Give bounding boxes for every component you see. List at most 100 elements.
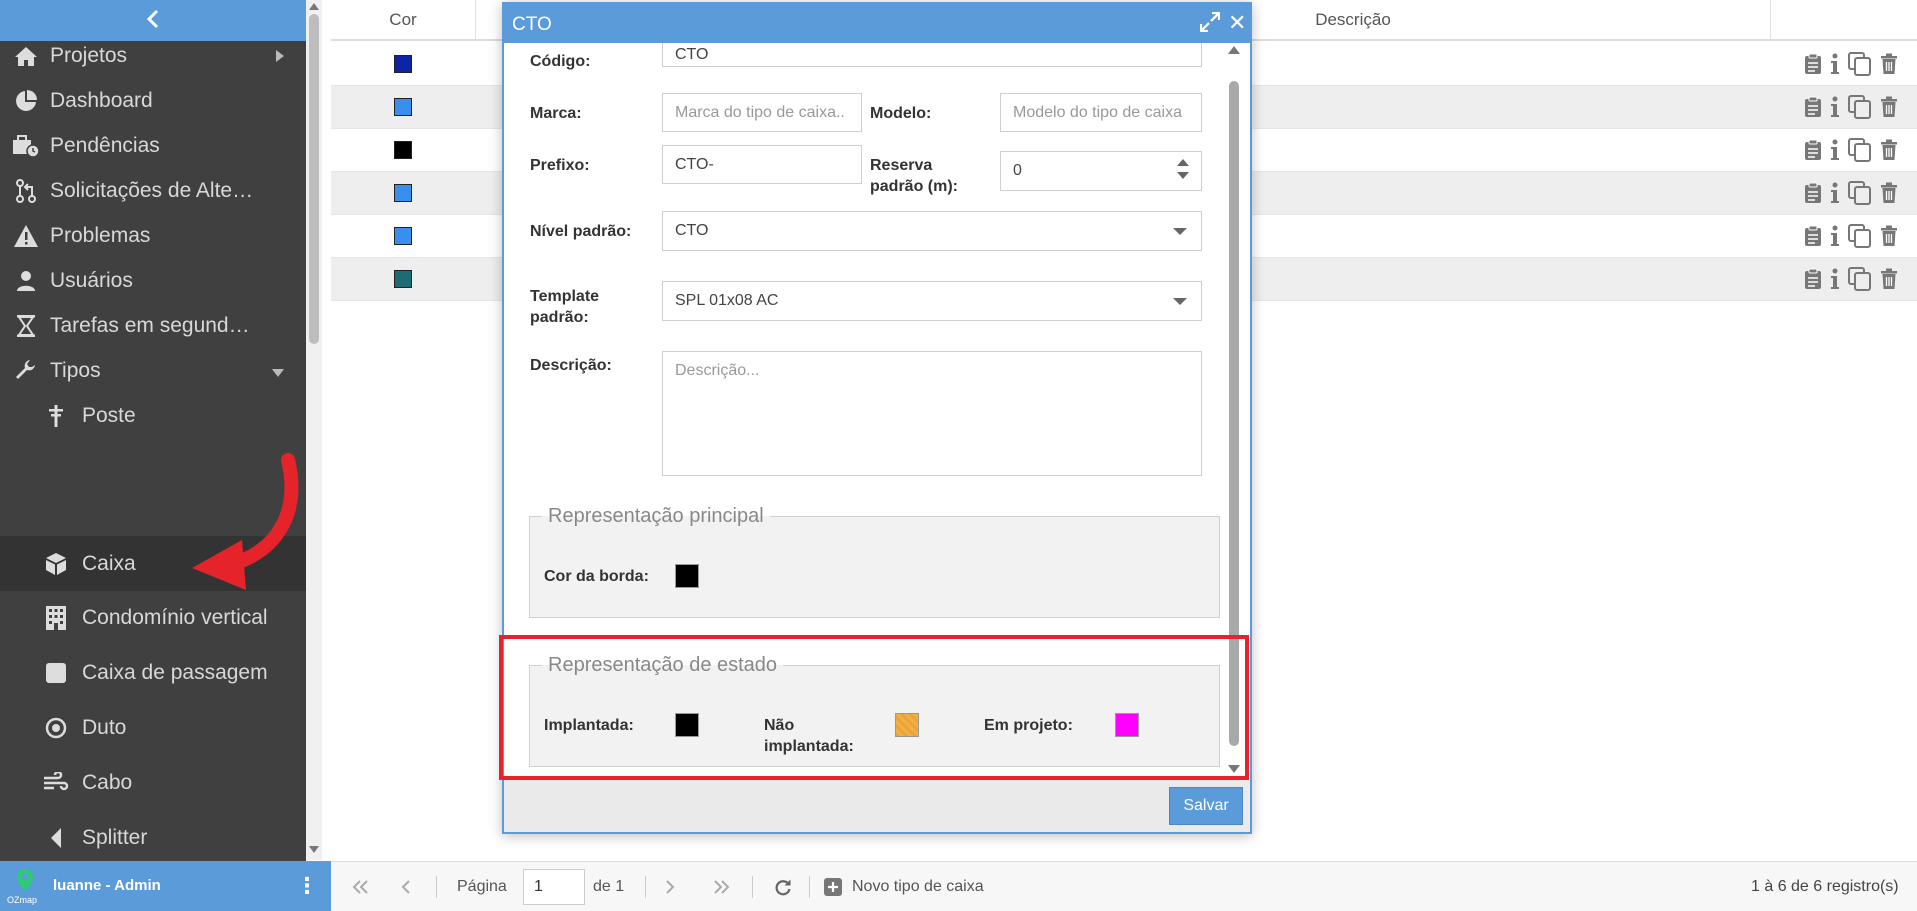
clipboard-icon[interactable]: [1804, 96, 1822, 118]
stepper-arrows-icon[interactable]: [1177, 159, 1189, 179]
trash-icon[interactable]: [1880, 182, 1898, 204]
nivel-padrao-select[interactable]: CTO: [662, 211, 1202, 251]
sidebar-item-duto[interactable]: Duto: [0, 700, 306, 755]
modelo-field[interactable]: Modelo do tipo de caixa: [1000, 93, 1202, 132]
git-pull-request-icon: [12, 177, 40, 205]
sidebar-item-label: Projetos: [50, 43, 128, 67]
marca-field[interactable]: Marca do tipo de caixa..: [662, 93, 862, 132]
sidebar-item-caixa[interactable]: Caixa: [0, 536, 306, 591]
last-page-icon[interactable]: [713, 862, 731, 911]
nao-implantada-color-picker[interactable]: [895, 713, 919, 737]
cor-da-borda-color-picker[interactable]: [675, 564, 699, 588]
dialog-header[interactable]: CTO ✕: [504, 4, 1250, 43]
chevron-down-icon: [1173, 298, 1187, 305]
info-icon[interactable]: [1830, 225, 1840, 247]
scroll-up-icon[interactable]: [1228, 46, 1240, 54]
previous-page-icon[interactable]: [401, 862, 411, 911]
template-label-line1: Template: [530, 288, 600, 305]
info-icon[interactable]: [1830, 53, 1840, 75]
nao-implantada-label-line2: implantada:: [764, 738, 854, 755]
info-icon[interactable]: [1830, 139, 1840, 161]
prefixo-field[interactable]: CTO-: [662, 145, 862, 184]
square-icon: [42, 659, 70, 687]
copy-icon[interactable]: [1848, 95, 1872, 119]
sidebar-scrollbar[interactable]: [306, 0, 322, 860]
sidebar-item-label: Poste: [82, 403, 136, 427]
column-header-cor[interactable]: Cor: [331, 0, 476, 41]
clipboard-icon[interactable]: [1804, 225, 1822, 247]
close-icon[interactable]: ✕: [1228, 10, 1246, 36]
clipboard-icon[interactable]: [1804, 182, 1822, 204]
new-box-type-button[interactable]: Novo tipo de caixa: [824, 862, 984, 911]
save-button[interactable]: Salvar: [1169, 787, 1243, 825]
trash-icon[interactable]: [1880, 53, 1898, 75]
trash-icon[interactable]: [1880, 268, 1898, 290]
clipboard-icon[interactable]: [1804, 53, 1822, 75]
sidebar-item-condominio-vertical[interactable]: Condomínio vertical: [0, 590, 306, 645]
implantada-color-picker[interactable]: [675, 713, 699, 737]
prefixo-label: Prefixo:: [530, 157, 590, 174]
row-color-swatch: [394, 270, 412, 288]
copy-icon[interactable]: [1848, 224, 1872, 248]
sidebar-item-label: Caixa de passagem: [82, 660, 268, 684]
cable-icon: [42, 769, 70, 797]
row-color-swatch: [394, 184, 412, 202]
clipboard-icon[interactable]: [1804, 268, 1822, 290]
representacao-principal-legend: Representação principal: [548, 505, 764, 527]
trash-icon[interactable]: [1880, 96, 1898, 118]
refresh-icon[interactable]: [774, 862, 792, 911]
pie-chart-icon: [12, 87, 40, 115]
info-icon[interactable]: [1830, 268, 1840, 290]
sidebar-item-label: Duto: [82, 715, 127, 739]
row-actions: [1804, 267, 1898, 291]
descricao-textarea[interactable]: Descrição...: [662, 351, 1202, 476]
scroll-down-icon[interactable]: [1228, 765, 1240, 773]
pagination-toolbar: Página de 1 Novo tipo de caixa 1 à 6 de …: [331, 861, 1917, 911]
page-count-label: de 1: [593, 878, 625, 895]
cor-da-borda-label: Cor da borda:: [544, 568, 649, 585]
chevron-down-icon: [1173, 228, 1187, 235]
representacao-principal-group: Representação principal: [529, 505, 1220, 618]
reserva-stepper[interactable]: 0: [1000, 151, 1202, 191]
sidebar-item-label: Condomínio vertical: [82, 605, 268, 629]
reserva-label-line2: padrão (m):: [870, 178, 958, 195]
copy-icon[interactable]: [1848, 138, 1872, 162]
codigo-field[interactable]: CTO: [662, 43, 1202, 67]
sidebar-item-caixa-de-passagem[interactable]: Caixa de passagem: [0, 645, 306, 700]
em-projeto-label: Em projeto:: [984, 717, 1073, 734]
clipboard-icon[interactable]: [1804, 139, 1822, 161]
sidebar-item-cabo[interactable]: Cabo: [0, 755, 306, 810]
codigo-label: Código:: [530, 53, 591, 70]
trash-icon[interactable]: [1880, 225, 1898, 247]
ozmap-logo: OZmap: [6, 867, 46, 907]
dialog-scroll-thumb[interactable]: [1229, 81, 1239, 746]
sidebar-item-label: Usuários: [50, 268, 133, 292]
kebab-menu-icon[interactable]: ⋮: [296, 873, 318, 899]
info-icon[interactable]: [1830, 182, 1840, 204]
trash-icon[interactable]: [1880, 139, 1898, 161]
scroll-up-icon[interactable]: [309, 3, 319, 10]
first-page-icon[interactable]: [351, 862, 369, 911]
copy-icon[interactable]: [1848, 52, 1872, 76]
warning-icon: [12, 222, 40, 250]
target-icon: [42, 714, 70, 742]
marca-label: Marca:: [530, 105, 582, 122]
expand-icon[interactable]: [1199, 11, 1221, 37]
scroll-down-icon[interactable]: [309, 846, 319, 853]
sidebar-item-poste[interactable]: Poste: [0, 388, 306, 443]
info-icon[interactable]: [1830, 96, 1840, 118]
copy-icon[interactable]: [1848, 267, 1872, 291]
sidebar-scroll-thumb[interactable]: [309, 14, 319, 344]
sidebar-item-splitter[interactable]: Splitter: [0, 810, 306, 865]
representacao-estado-group: Representação de estado: [529, 654, 1220, 767]
page-number-input[interactable]: [523, 869, 585, 905]
copy-icon[interactable]: [1848, 181, 1872, 205]
column-header-actions: [1771, 0, 1917, 41]
next-page-icon[interactable]: [665, 862, 675, 911]
hourglass-icon: [12, 312, 40, 340]
template-padrao-select[interactable]: SPL 01x08 AC: [662, 281, 1202, 321]
wrench-icon: [12, 357, 40, 385]
dialog-scrollbar[interactable]: [1222, 43, 1246, 778]
reserva-value: 0: [1013, 162, 1022, 179]
em-projeto-color-picker[interactable]: [1115, 713, 1139, 737]
